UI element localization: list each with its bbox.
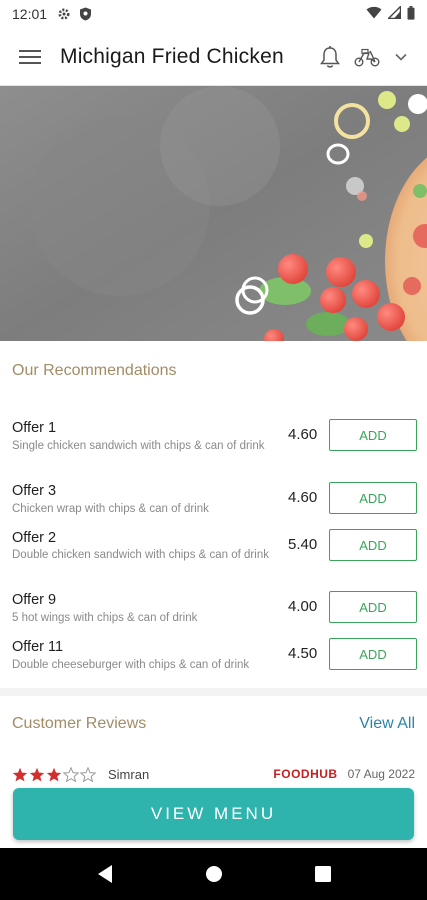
star-filled-icon bbox=[12, 767, 28, 781]
star-empty-icon bbox=[80, 766, 96, 782]
delivery-scooter-icon[interactable] bbox=[347, 28, 387, 86]
status-bar: 12:01 bbox=[0, 0, 427, 28]
hamburger-menu-icon[interactable] bbox=[0, 28, 60, 86]
add-button[interactable]: ADD bbox=[329, 529, 417, 561]
star-rating bbox=[12, 766, 96, 782]
reviews-title: Customer Reviews bbox=[12, 715, 147, 732]
system-nav-bar bbox=[0, 848, 427, 900]
review-item: Simran FOODHUB 07 Aug 2022 bbox=[12, 764, 415, 784]
add-button[interactable]: ADD bbox=[329, 419, 417, 451]
gear-icon bbox=[57, 7, 71, 21]
offer-name: Offer 1 bbox=[12, 420, 57, 436]
star-empty-icon bbox=[63, 766, 79, 782]
offer-description: Single chicken sandwich with chips & can… bbox=[12, 440, 265, 452]
signal-icon bbox=[386, 4, 402, 22]
offer-description: Double cheeseburger with chips & can of … bbox=[12, 659, 250, 671]
app-title: Michigan Fried Chicken bbox=[60, 44, 284, 68]
offer-name: Offer 3 bbox=[12, 483, 57, 499]
offer-price: 4.60 bbox=[288, 426, 318, 443]
offer-price: 4.60 bbox=[288, 489, 318, 506]
view-menu-button[interactable]: VIEW MENU bbox=[13, 788, 414, 840]
offer-price: 5.40 bbox=[288, 536, 318, 553]
chevron-down-icon[interactable] bbox=[387, 28, 415, 86]
recommendations-title: Our Recommendations bbox=[12, 362, 177, 379]
review-platform: FOODHUB bbox=[273, 767, 338, 781]
offer-description: Chicken wrap with chips & can of drink bbox=[12, 503, 209, 515]
section-divider bbox=[0, 688, 427, 696]
food-banner-image bbox=[0, 86, 427, 341]
recents-icon[interactable] bbox=[303, 854, 343, 894]
shield-icon bbox=[79, 7, 92, 21]
offer-price: 4.00 bbox=[288, 598, 318, 615]
offer-name: Offer 11 bbox=[12, 639, 64, 655]
offer-name: Offer 9 bbox=[12, 592, 57, 608]
star-filled-icon bbox=[46, 767, 62, 781]
add-button[interactable]: ADD bbox=[329, 482, 417, 514]
status-time: 12:01 bbox=[12, 6, 48, 22]
wifi-icon bbox=[366, 6, 382, 22]
offer-name: Offer 2 bbox=[12, 530, 57, 546]
view-all-link[interactable]: View All bbox=[359, 715, 415, 733]
add-button[interactable]: ADD bbox=[329, 638, 417, 670]
bell-icon[interactable] bbox=[313, 28, 347, 86]
offer-description: 5 hot wings with chips & can of drink bbox=[12, 612, 198, 624]
review-date: 07 Aug 2022 bbox=[347, 767, 415, 781]
home-icon[interactable] bbox=[194, 854, 234, 894]
reviewer-name: Simran bbox=[108, 766, 150, 782]
battery-icon bbox=[407, 5, 415, 23]
star-filled-icon bbox=[29, 767, 45, 781]
app-bar: Michigan Fried Chicken bbox=[0, 28, 427, 86]
add-button[interactable]: ADD bbox=[329, 591, 417, 623]
offer-description: Double chicken sandwich with chips & can… bbox=[12, 549, 269, 561]
back-icon[interactable] bbox=[85, 854, 125, 894]
offer-price: 4.50 bbox=[288, 645, 318, 662]
